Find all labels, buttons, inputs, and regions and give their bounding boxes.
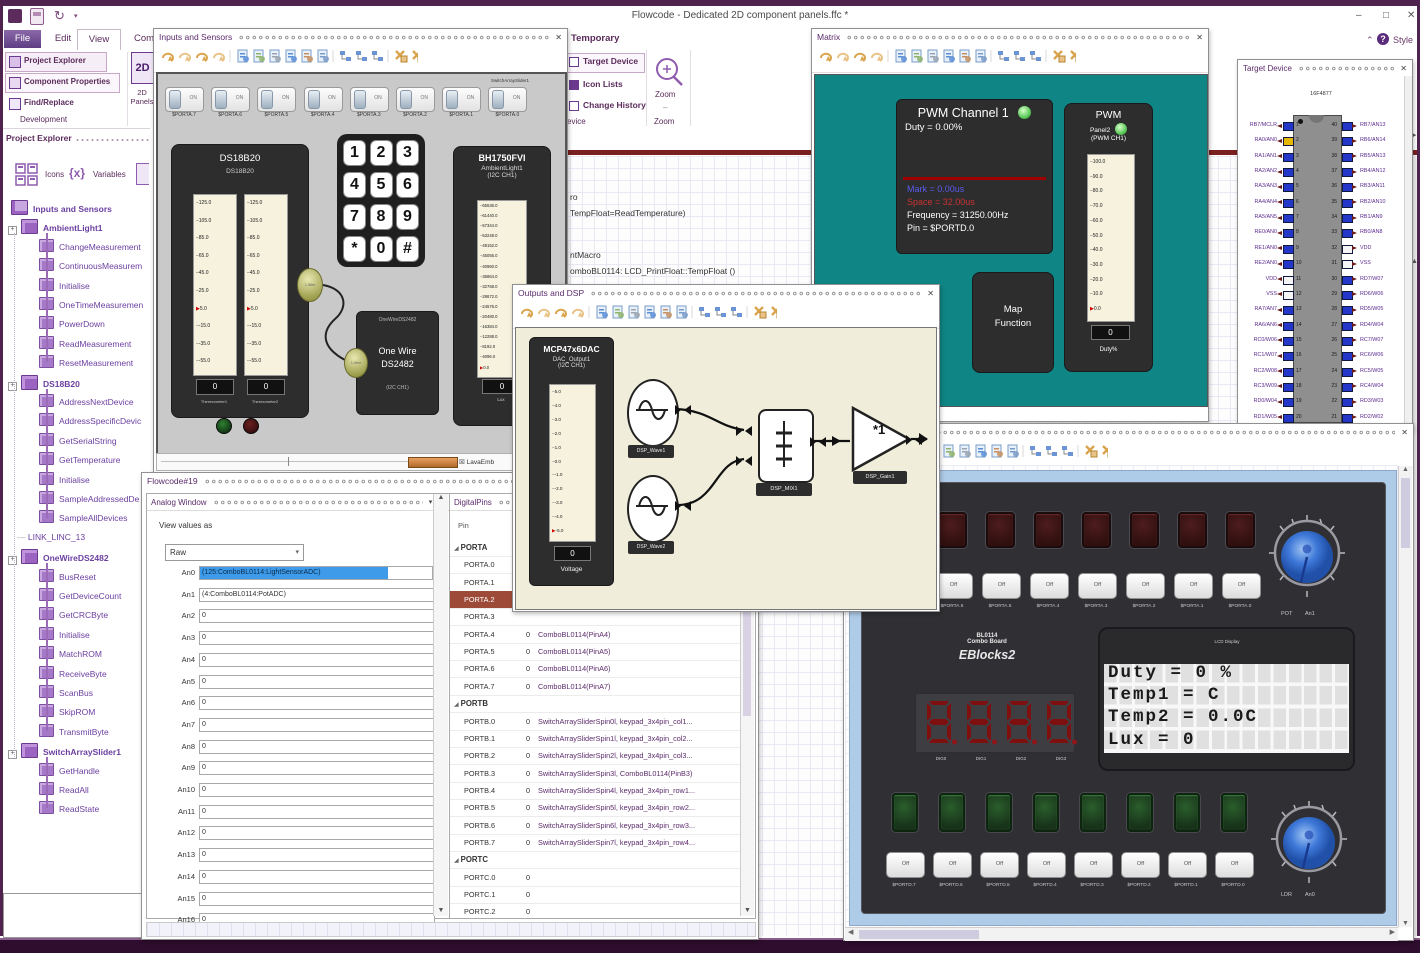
svg-text:*1: *1 <box>873 422 885 437</box>
